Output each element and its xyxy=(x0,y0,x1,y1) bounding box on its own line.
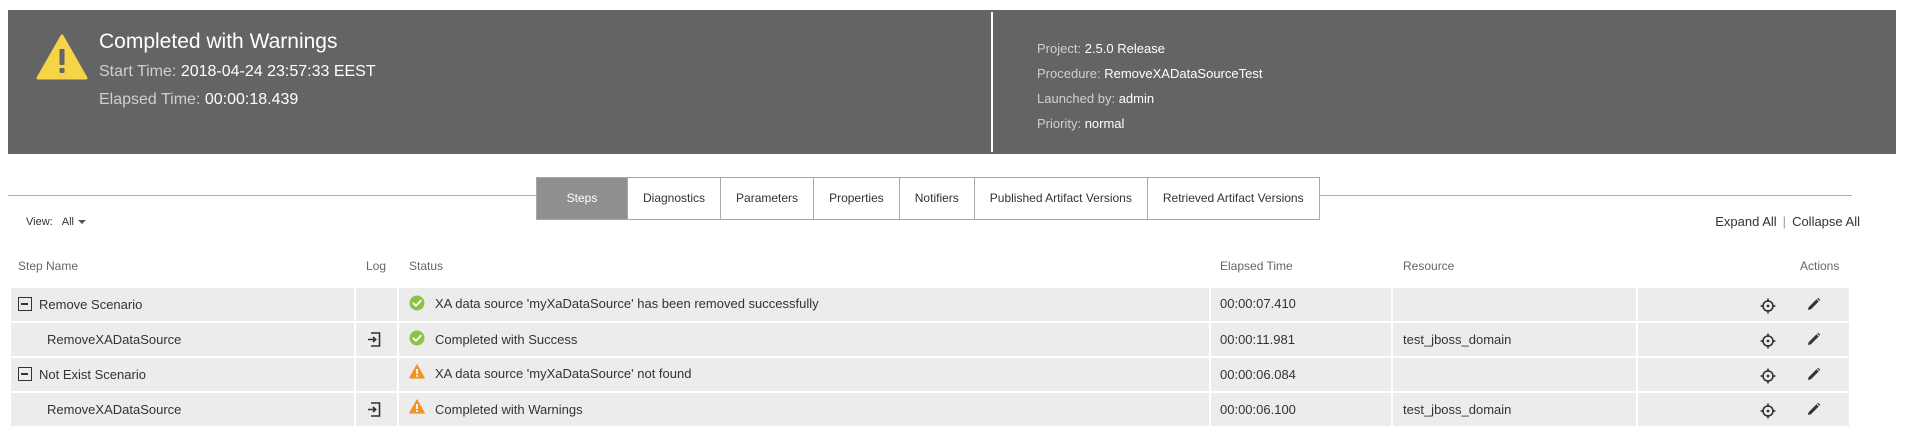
tab-properties[interactable]: Properties xyxy=(813,178,899,219)
project-info: Project: 2.5.0 Release xyxy=(1037,41,1165,56)
priority-label: Priority: xyxy=(1037,116,1082,131)
start-time-label: Start Time: xyxy=(99,63,177,80)
column-divider xyxy=(397,288,399,321)
expand-collapse-controls: Expand All | Collapse All xyxy=(1715,214,1860,229)
step-status: XA data source 'myXaDataSource' has been… xyxy=(435,296,819,311)
crosshair-icon[interactable] xyxy=(1760,368,1776,384)
log-file-icon[interactable] xyxy=(367,402,381,417)
view-select[interactable]: All xyxy=(62,216,86,228)
edit-pencil-icon[interactable] xyxy=(1806,402,1821,417)
chevron-down-icon xyxy=(78,220,86,225)
elapsed-time-value: 00:00:18.439 xyxy=(204,91,299,108)
edit-pencil-icon[interactable] xyxy=(1806,332,1821,347)
column-divider xyxy=(397,358,399,391)
job-summary-header: Completed with Warnings Start Time: 2018… xyxy=(8,10,1896,154)
start-time-value: 2018-04-24 23:57:33 EEST xyxy=(180,63,376,80)
expand-all-link[interactable]: Expand All xyxy=(1715,214,1776,229)
crosshair-icon[interactable] xyxy=(1760,298,1776,314)
tab-diagnostics[interactable]: Diagnostics xyxy=(627,178,720,219)
step-status: Completed with Success xyxy=(435,332,578,347)
project-label: Project: xyxy=(1037,41,1082,56)
separator: | xyxy=(1782,214,1787,229)
column-divider xyxy=(1209,358,1211,391)
launched-by-label: Launched by: xyxy=(1037,91,1116,106)
column-divider xyxy=(1636,323,1638,356)
success-check-icon xyxy=(409,295,425,311)
priority-value: normal xyxy=(1084,116,1125,131)
column-divider xyxy=(1391,288,1393,321)
column-divider xyxy=(1391,393,1393,426)
tab-published-artifact-versions[interactable]: Published Artifact Versions xyxy=(973,178,1147,219)
warning-icon xyxy=(409,399,425,414)
elapsed-time: Elapsed Time: 00:00:18.439 xyxy=(99,91,298,109)
view-select-value: All xyxy=(61,216,74,228)
column-header-status[interactable]: Status xyxy=(409,259,443,273)
step-resource[interactable]: test_jboss_domain xyxy=(1403,402,1511,417)
procedure-info: Procedure: RemoveXADataSourceTest xyxy=(1037,66,1262,81)
step-elapsed-time: 00:00:06.100 xyxy=(1220,402,1296,417)
column-header-actions: Actions xyxy=(1800,259,1840,273)
collapse-toggle-icon[interactable] xyxy=(18,297,32,311)
tab-bar: Steps Diagnostics Parameters Properties … xyxy=(536,177,1320,220)
view-label: View: xyxy=(26,216,53,228)
edit-pencil-icon[interactable] xyxy=(1806,367,1821,382)
column-divider xyxy=(1391,358,1393,391)
step-name[interactable]: Remove Scenario xyxy=(39,297,142,312)
procedure-label: Procedure: xyxy=(1037,66,1101,81)
step-status: XA data source 'myXaDataSource' not foun… xyxy=(435,366,692,381)
step-status: Completed with Warnings xyxy=(435,402,583,417)
success-check-icon xyxy=(409,330,425,346)
column-divider xyxy=(1636,393,1638,426)
column-divider xyxy=(397,393,399,426)
header-divider xyxy=(991,12,993,152)
view-filter: View: All xyxy=(26,216,86,228)
step-elapsed-time: 00:00:06.084 xyxy=(1220,367,1296,382)
column-divider xyxy=(397,323,399,356)
column-divider xyxy=(1391,323,1393,356)
launched-by-info: Launched by: admin xyxy=(1037,91,1154,106)
step-name[interactable]: RemoveXADataSource xyxy=(47,332,181,347)
tab-steps[interactable]: Steps xyxy=(537,178,627,219)
column-divider xyxy=(354,323,356,356)
step-resource[interactable]: test_jboss_domain xyxy=(1403,332,1511,347)
column-header-step-name[interactable]: Step Name xyxy=(18,259,78,273)
column-divider xyxy=(1209,323,1211,356)
step-elapsed-time: 00:00:07.410 xyxy=(1220,296,1296,311)
step-elapsed-time: 00:00:11.981 xyxy=(1220,332,1295,347)
crosshair-icon[interactable] xyxy=(1760,403,1776,419)
table-row[interactable]: RemoveXADataSource Completed with Warnin… xyxy=(11,393,1849,426)
column-divider xyxy=(354,358,356,391)
tab-retrieved-artifact-versions[interactable]: Retrieved Artifact Versions xyxy=(1146,178,1319,219)
start-time: Start Time: 2018-04-24 23:57:33 EEST xyxy=(99,63,376,81)
elapsed-time-label: Elapsed Time: xyxy=(99,91,201,108)
step-name[interactable]: Not Exist Scenario xyxy=(39,367,146,382)
tab-parameters[interactable]: Parameters xyxy=(720,178,813,219)
project-value[interactable]: 2.5.0 Release xyxy=(1085,41,1165,56)
column-header-resource[interactable]: Resource xyxy=(1403,259,1454,273)
job-status-title: Completed with Warnings xyxy=(99,30,338,53)
column-divider xyxy=(1209,393,1211,426)
tab-notifiers[interactable]: Notifiers xyxy=(898,178,974,219)
column-divider xyxy=(1636,358,1638,391)
procedure-value[interactable]: RemoveXADataSourceTest xyxy=(1104,66,1262,81)
log-file-icon[interactable] xyxy=(367,332,381,347)
collapse-toggle-icon[interactable] xyxy=(18,367,32,381)
warning-icon xyxy=(36,34,88,80)
warning-icon xyxy=(409,364,425,379)
edit-pencil-icon[interactable] xyxy=(1806,297,1821,312)
column-divider xyxy=(1636,288,1638,321)
column-divider xyxy=(354,288,356,321)
launched-by-value: admin xyxy=(1118,91,1155,106)
table-row[interactable]: RemoveXADataSource Completed with Succes… xyxy=(11,323,1849,356)
column-header-elapsed-time[interactable]: Elapsed Time xyxy=(1220,259,1293,273)
table-row[interactable]: Not Exist Scenario XA data source 'myXaD… xyxy=(11,358,1849,391)
step-name[interactable]: RemoveXADataSource xyxy=(47,402,181,417)
column-header-log: Log xyxy=(366,259,387,273)
column-divider xyxy=(354,393,356,426)
column-divider xyxy=(1209,288,1211,321)
collapse-all-link[interactable]: Collapse All xyxy=(1792,214,1860,229)
crosshair-icon[interactable] xyxy=(1760,333,1776,349)
priority-info: Priority: normal xyxy=(1037,116,1124,131)
table-row[interactable]: Remove Scenario XA data source 'myXaData… xyxy=(11,288,1849,321)
